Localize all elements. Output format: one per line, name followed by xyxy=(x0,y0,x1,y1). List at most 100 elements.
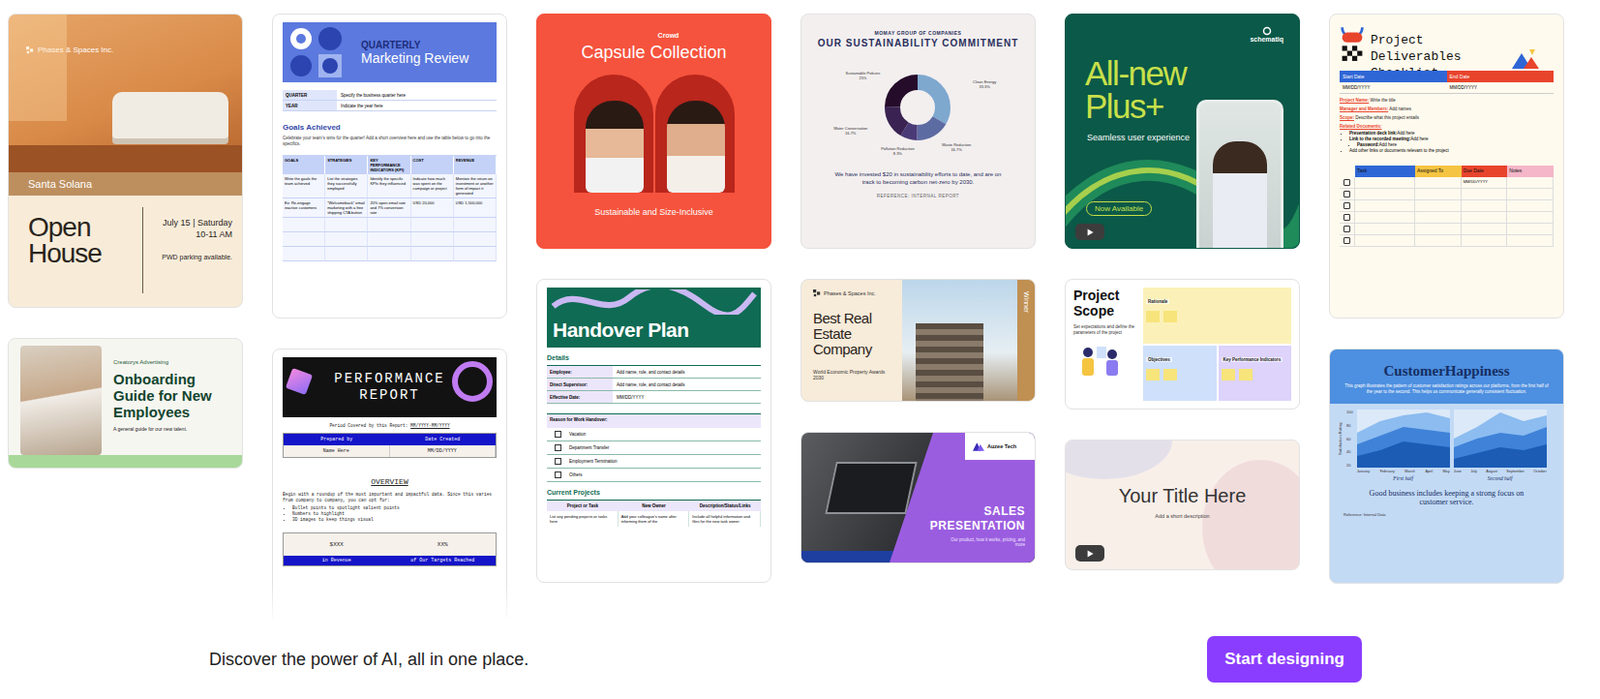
brand-logo-icon xyxy=(972,442,985,452)
start-designing-button[interactable]: Start designing xyxy=(1207,635,1362,683)
collection-title: Capsule Collection xyxy=(580,42,726,63)
table-cell xyxy=(453,246,497,262)
x-tick: July xyxy=(1470,469,1478,474)
task-checkbox[interactable] xyxy=(1343,202,1351,210)
open-house-template-card[interactable]: Phases & Spaces Inc. Santa Solana Open H… xyxy=(7,13,243,308)
reason-row[interactable]: Department Transfer xyxy=(546,441,761,455)
meta-header: Prepared by xyxy=(283,433,391,446)
meta-value: MM/DD/YYYY xyxy=(390,445,497,457)
checkbox[interactable] xyxy=(554,457,562,465)
table-cell xyxy=(1415,188,1462,201)
table-cell xyxy=(1507,200,1554,212)
template-column: Crowd Capsule Collection Sustainable and… xyxy=(536,13,772,620)
reason-label: Employment Termination xyxy=(569,458,617,464)
table-cell xyxy=(367,217,411,233)
checkbox[interactable] xyxy=(554,430,562,438)
scope-title: Project Scope xyxy=(1073,287,1138,319)
table-cell: USD 1,500,000 xyxy=(453,198,497,218)
geometric-shapes-icon xyxy=(285,25,354,80)
x-tick: March xyxy=(1404,469,1416,474)
performance-template-card[interactable]: PERFORMANCE REPORT Period Covered by thi… xyxy=(271,348,508,620)
detail-row: Employee: Add name, role, and contact de… xyxy=(546,365,761,379)
chart-footer: Good business includes keeping a strong … xyxy=(1329,481,1564,507)
squiggle-icon xyxy=(546,289,761,315)
plus-template-card[interactable]: schematiq All-new Plus+ Seamless user ex… xyxy=(1064,13,1300,249)
availability-badge: Now Available xyxy=(1086,201,1152,216)
brand-logo: schematiq xyxy=(1249,26,1284,43)
capsule-template-card[interactable]: Crowd Capsule Collection Sustainable and… xyxy=(536,13,772,249)
report-title: Marketing Review xyxy=(361,50,469,66)
table-cell xyxy=(282,232,326,247)
table-cell xyxy=(1507,177,1554,189)
reason-row[interactable]: Employment Termination xyxy=(546,454,761,469)
brand-mark-icon xyxy=(813,289,821,298)
detail-label: Direct Supervisor: xyxy=(546,378,613,391)
dates-table: Start DateEnd Date MM/DD/YYYYMM/DD/YYYY xyxy=(1339,70,1554,94)
quarterly-template-card[interactable]: QUARTERLY Marketing Review QUARTER Speci… xyxy=(271,13,508,319)
area-series xyxy=(1357,441,1450,468)
reason-row[interactable]: Others xyxy=(546,468,761,483)
meta-value: Name Here xyxy=(283,445,391,457)
real-estate-template-card[interactable]: Phases & Spaces Inc. Best Real Estate Co… xyxy=(800,278,1036,402)
task-checkbox[interactable] xyxy=(1343,237,1351,244)
x-tick: April xyxy=(1424,469,1433,474)
task-checkbox[interactable] xyxy=(1343,190,1351,198)
table-header-cell: New Owner xyxy=(618,500,691,512)
brand-name: Crowd xyxy=(658,31,680,39)
table-cell: Identify the specific KPIs they influenc… xyxy=(367,174,411,199)
table-cell xyxy=(325,246,368,262)
model-photo xyxy=(655,74,735,193)
sustainability-template-card[interactable]: MOMAY GROUP OF COMPANIES OUR SUSTAINABIL… xyxy=(800,13,1036,249)
report-title: PERFORMANCE REPORT xyxy=(317,370,463,404)
commitment-title: OUR SUSTAINABILITY COMMITMENT xyxy=(801,37,1035,49)
task-checkbox[interactable] xyxy=(1343,213,1351,221)
event-note: PWD parking available. xyxy=(154,253,233,261)
table-header-cell: Project or Task xyxy=(546,500,619,512)
winner-strip: Winner xyxy=(1017,279,1035,401)
sales-template-card[interactable]: SALES PRESENTATION Our product, how it w… xyxy=(800,431,1036,564)
event-info: July 15 | Saturday 10-11 AM PWD parking … xyxy=(143,207,242,294)
task-checkbox[interactable] xyxy=(1343,225,1351,233)
table-cell xyxy=(1461,188,1509,201)
detail-row: Direct Supervisor: Add name, role, and c… xyxy=(546,378,761,392)
play-button[interactable] xyxy=(1075,223,1105,241)
table-cell: "Welcomeback" email marketing with a fre… xyxy=(325,198,368,218)
table-cell xyxy=(1355,188,1416,201)
customer-template-card[interactable]: CustomerHappiness This graph illustrates… xyxy=(1328,348,1565,584)
task-checkbox[interactable] xyxy=(1343,179,1351,186)
reason-row[interactable]: Vacation xyxy=(546,427,761,442)
table-cell xyxy=(1415,223,1462,236)
title-slide-template-card[interactable]: Your Title Here Add a short description xyxy=(1064,439,1300,571)
field-row: Project Name: Write the title xyxy=(1339,97,1554,103)
x-tick: January xyxy=(1357,469,1371,474)
chart-title: CustomerHappiness xyxy=(1343,362,1550,380)
scope-template-card[interactable]: Project Scope Set expectations and defin… xyxy=(1064,278,1300,410)
sticky-section: Objectives xyxy=(1143,345,1217,401)
section-intro: Celebrate your team's wins for the quart… xyxy=(282,135,497,148)
field-row: YEAR Indicate the year here xyxy=(282,100,497,112)
field-list: QUARTER Specify the business quarter her… xyxy=(282,90,497,112)
table-header-cell: Task xyxy=(1355,165,1416,178)
deliverables-template-card[interactable]: Project Deliverables Checklist Start Dat… xyxy=(1328,13,1565,319)
play-button[interactable] xyxy=(1075,544,1105,562)
y-tick: 60 xyxy=(1346,436,1354,442)
handover-template-card[interactable]: Handover Plan Details Employee: Add name… xyxy=(536,278,772,583)
reason-table: Reason for Work Handover: Vacation Depar… xyxy=(546,413,761,483)
green-band xyxy=(8,454,242,469)
table-cell xyxy=(411,246,454,262)
doc-item: Password:Add here xyxy=(1357,142,1554,149)
onboarding-template-card[interactable]: Creatorys Advertising Onboarding Guide f… xyxy=(7,337,243,469)
commitment-text: We have invested $20 in sustainability e… xyxy=(801,160,1035,186)
checkbox[interactable] xyxy=(554,471,562,479)
detail-row: Effective Date: MM/DD/YYYY xyxy=(546,391,761,404)
chart-description: This graph illustrates the pattern of cu… xyxy=(1343,383,1550,394)
section-heading: Details xyxy=(546,354,761,362)
y-tick: 40 xyxy=(1346,449,1354,454)
details-table: Employee: Add name, role, and contact de… xyxy=(546,364,761,404)
date-header: End Date xyxy=(1447,70,1555,83)
table-header-cell: Assigned To xyxy=(1415,165,1462,178)
checkbox[interactable] xyxy=(554,444,562,452)
presentation-title: SALES PRESENTATION xyxy=(918,504,1026,534)
reason-label: Department Transfer xyxy=(569,445,609,451)
report-kicker: QUARTERLY xyxy=(361,39,469,51)
